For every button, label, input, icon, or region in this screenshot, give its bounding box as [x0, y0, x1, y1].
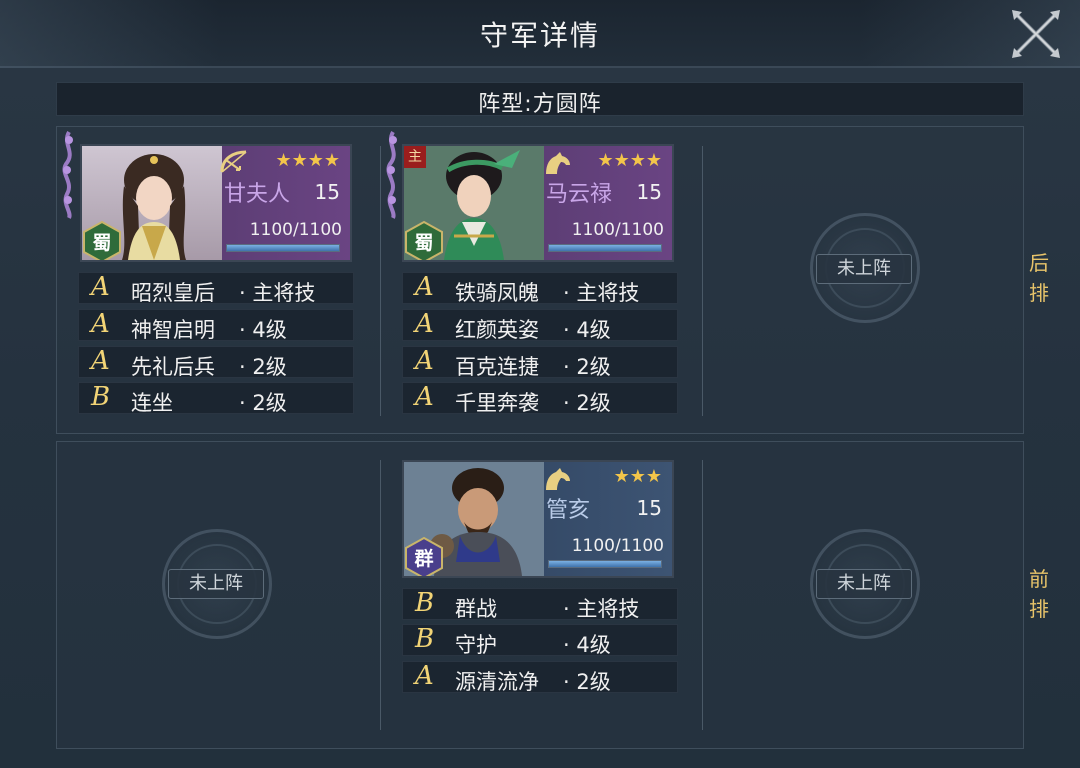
back-row-label: 后排	[1029, 251, 1049, 305]
general-card[interactable]: 群 ★★★ 管亥 15 1100/1100	[402, 460, 674, 578]
skill-name: 神智启明	[131, 318, 215, 342]
skill-level: · 主将技	[563, 597, 640, 621]
horse-icon	[546, 468, 570, 490]
skill-level: · 2级	[239, 355, 287, 379]
general-level: 15	[636, 496, 662, 520]
skill-row[interactable]: B 守护 · 4级	[402, 624, 678, 657]
skill-grade: A	[415, 309, 434, 339]
skill-grade: A	[415, 382, 434, 412]
hp-text: 1100/1100	[571, 220, 664, 240]
title-bar: 守军详情	[0, 0, 1080, 68]
skill-name: 先礼后兵	[131, 355, 215, 379]
formation-label: 阵型:方圆阵	[478, 92, 602, 117]
skill-row[interactable]: B 群战 · 主将技	[402, 588, 678, 621]
general-level: 15	[636, 180, 662, 204]
hp-text: 1100/1100	[249, 220, 342, 240]
skill-row[interactable]: A 源清流净 · 2级	[402, 661, 678, 694]
general-name: 管亥	[546, 498, 591, 523]
horse-icon	[546, 152, 570, 174]
general-level: 15	[314, 180, 340, 204]
skill-level: · 主将技	[563, 281, 640, 305]
skill-row[interactable]: A 神智启明 · 4级	[78, 309, 354, 342]
column-divider	[380, 460, 381, 730]
general-name: 马云禄	[546, 182, 613, 207]
close-button[interactable]	[1008, 6, 1064, 62]
skill-name: 铁骑凤魄	[455, 281, 539, 305]
general-name: 甘夫人	[224, 182, 291, 207]
skill-level: · 4级	[563, 318, 611, 342]
skill-name: 群战	[455, 597, 497, 621]
skill-name: 百克连捷	[455, 355, 539, 379]
faction-label: 蜀	[92, 232, 112, 254]
hp-bar	[226, 244, 340, 252]
skill-level: · 2级	[239, 391, 287, 415]
skill-grade: A	[91, 309, 110, 339]
skill-row[interactable]: A 铁骑凤魄 · 主将技	[402, 272, 678, 305]
skill-name: 红颜英姿	[455, 318, 539, 342]
skill-level: · 2级	[563, 670, 611, 694]
skill-row[interactable]: A 昭烈皇后 · 主将技	[78, 272, 354, 305]
flower-ornament-icon	[386, 130, 397, 219]
skill-row[interactable]: A 千里奔袭 · 2级	[402, 382, 678, 415]
column-divider	[380, 146, 381, 416]
skill-name: 昭烈皇后	[131, 281, 215, 305]
empty-slot-button[interactable]: 未上阵	[816, 569, 912, 599]
skill-name: 千里奔袭	[455, 391, 539, 415]
general-card[interactable]: 主 蜀 ★★★★ 马云禄 15 1100/1100	[402, 144, 674, 262]
skill-name: 守护	[455, 633, 497, 657]
skill-name: 源清流净	[455, 670, 539, 694]
star-rating: ★★★	[613, 466, 662, 487]
general-card[interactable]: 蜀 ★★★★ 甘夫人 15 1100/1100	[80, 144, 352, 262]
flower-ornament-icon	[62, 130, 73, 219]
skill-level: · 主将技	[239, 281, 316, 305]
skill-name: 连坐	[131, 391, 173, 415]
dialog-title: 守军详情	[479, 19, 600, 52]
column-divider	[702, 460, 703, 730]
star-rating: ★★★★	[597, 150, 662, 171]
skill-grade: B	[91, 382, 111, 412]
hp-bar	[548, 244, 662, 252]
skill-grade: B	[415, 624, 435, 654]
formation-bar: 阵型:方圆阵	[56, 82, 1024, 117]
skill-level: · 2级	[563, 391, 611, 415]
skill-grade: A	[415, 346, 434, 376]
skill-row[interactable]: A 百克连捷 · 2级	[402, 346, 678, 379]
skill-grade: A	[91, 346, 110, 376]
hp-bar-fill	[549, 245, 661, 251]
bow-icon	[220, 150, 247, 173]
faction-label: 蜀	[414, 232, 434, 254]
skill-grade: A	[415, 272, 434, 302]
close-icon	[1012, 10, 1060, 58]
skill-level: · 4级	[239, 318, 287, 342]
skill-row[interactable]: A 红颜英姿 · 4级	[402, 309, 678, 342]
hp-text: 1100/1100	[571, 536, 664, 556]
hp-bar-fill	[227, 245, 339, 251]
column-divider	[702, 146, 703, 416]
skill-level: · 4级	[563, 633, 611, 657]
hp-bar-fill	[549, 561, 661, 567]
skill-grade: A	[415, 661, 434, 691]
skill-grade: B	[415, 588, 435, 618]
skill-row[interactable]: A 先礼后兵 · 2级	[78, 346, 354, 379]
skill-level: · 2级	[563, 355, 611, 379]
faction-label: 群	[414, 548, 434, 570]
skill-row[interactable]: B 连坐 · 2级	[78, 382, 354, 415]
empty-slot-button[interactable]: 未上阵	[816, 254, 912, 284]
lord-badge: 主	[404, 146, 426, 168]
front-row-label: 前排	[1029, 567, 1049, 621]
empty-slot-button[interactable]: 未上阵	[168, 569, 264, 599]
star-rating: ★★★★	[275, 150, 340, 171]
hp-bar	[548, 560, 662, 568]
skill-grade: A	[91, 272, 110, 302]
